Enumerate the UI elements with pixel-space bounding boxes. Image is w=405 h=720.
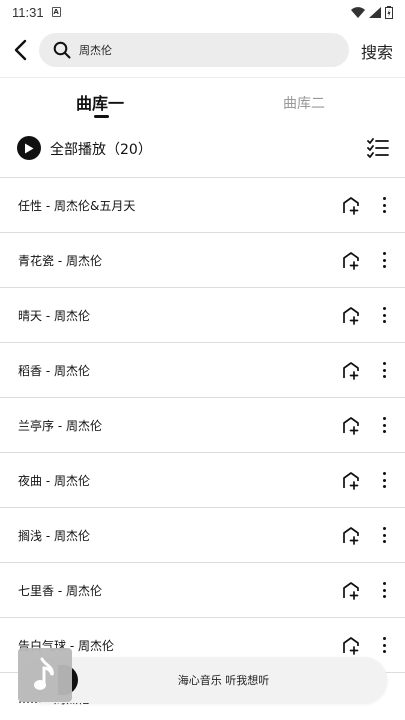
library-tabs: 曲库一 曲库二 — [0, 84, 405, 124]
more-options-icon[interactable] — [378, 580, 390, 600]
search-query: 周杰伦 — [79, 44, 112, 57]
more-options-icon[interactable] — [378, 415, 390, 435]
play-all-row: 全部播放（20） — [0, 130, 405, 166]
music-note-icon — [34, 657, 54, 690]
search-icon — [53, 41, 71, 59]
play-icon — [25, 143, 34, 153]
more-options-icon[interactable] — [378, 470, 390, 490]
song-row[interactable]: 搁浅 - 周杰伦 — [0, 508, 405, 563]
song-row[interactable]: 夜曲 - 周杰伦 — [0, 453, 405, 508]
song-title: 任性 - 周杰伦&五月天 — [18, 199, 136, 213]
song-row[interactable]: 青花瓷 - 周杰伦 — [0, 233, 405, 288]
chevron-left-icon — [14, 39, 27, 61]
song-title: 青花瓷 - 周杰伦 — [18, 254, 102, 268]
search-header: 周杰伦 搜索 — [0, 30, 405, 70]
add-to-playlist-icon[interactable] — [341, 360, 361, 380]
more-options-icon[interactable] — [378, 195, 390, 215]
more-options-icon[interactable] — [378, 250, 390, 270]
signal-icon — [369, 6, 381, 18]
song-title: 兰亭序 - 周杰伦 — [18, 419, 102, 433]
album-art[interactable] — [18, 648, 72, 702]
song-title: 夜曲 - 周杰伦 — [18, 474, 90, 488]
more-options-icon[interactable] — [378, 635, 390, 655]
status-bar: 11:31 A — [0, 0, 405, 24]
song-row[interactable]: 晴天 - 周杰伦 — [0, 288, 405, 343]
search-input[interactable]: 周杰伦 — [39, 33, 349, 67]
song-row[interactable]: 七里香 - 周杰伦 — [0, 563, 405, 618]
notification-badge: A — [51, 7, 61, 17]
more-options-icon[interactable] — [378, 525, 390, 545]
add-to-playlist-icon[interactable] — [341, 305, 361, 325]
more-options-icon[interactable] — [378, 360, 390, 380]
more-options-icon[interactable] — [378, 305, 390, 325]
battery-icon — [385, 5, 393, 19]
add-to-playlist-icon[interactable] — [341, 635, 361, 655]
wifi-icon — [351, 6, 365, 18]
add-to-playlist-icon[interactable] — [341, 470, 361, 490]
song-row[interactable]: 任性 - 周杰伦&五月天 — [0, 178, 405, 233]
add-to-playlist-icon[interactable] — [341, 580, 361, 600]
status-time: 11:31 — [12, 4, 44, 20]
tab-library-2[interactable]: 曲库二 — [283, 93, 325, 113]
add-to-playlist-icon[interactable] — [341, 195, 361, 215]
back-button[interactable] — [8, 36, 32, 64]
song-row[interactable]: 兰亭序 - 周杰伦 — [0, 398, 405, 453]
multi-select-icon[interactable] — [367, 138, 389, 158]
song-title: 稻香 - 周杰伦 — [18, 364, 90, 378]
play-all-button[interactable] — [17, 136, 41, 160]
tab-library-1[interactable]: 曲库一 — [76, 90, 124, 114]
add-to-playlist-icon[interactable] — [341, 415, 361, 435]
song-title: 搁浅 - 周杰伦 — [18, 529, 90, 543]
add-to-playlist-icon[interactable] — [341, 525, 361, 545]
song-title: 晴天 - 周杰伦 — [18, 309, 90, 323]
add-to-playlist-icon[interactable] — [341, 250, 361, 270]
song-row[interactable]: 稻香 - 周杰伦 — [0, 343, 405, 398]
song-title: 七里香 - 周杰伦 — [18, 584, 102, 598]
header-divider — [0, 77, 405, 78]
song-list: 任性 - 周杰伦&五月天 青花瓷 - 周杰伦 晴天 - 周杰伦 稻香 - 周杰伦… — [0, 178, 405, 673]
search-button[interactable]: 搜索 — [361, 39, 393, 63]
tab-indicator — [94, 115, 109, 118]
play-all-label[interactable]: 全部播放（20） — [50, 139, 152, 159]
